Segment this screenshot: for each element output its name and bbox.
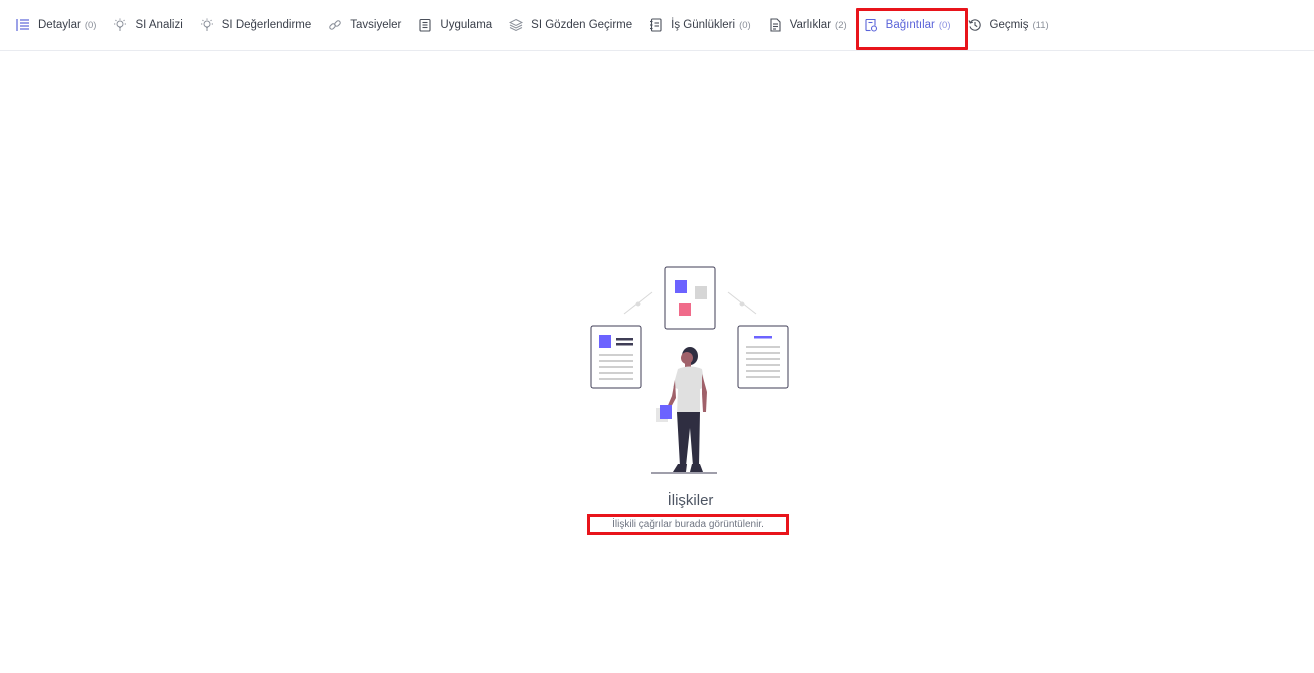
empty-state-title: İlişkiler (667, 492, 714, 509)
empty-state-illustration (590, 266, 789, 474)
empty-state-subtitle: İlişkili çağrılar burada görüntülenir. (587, 514, 789, 535)
empty-state: İlişkiler İlişkili çağrılar burada görün… (0, 0, 1314, 673)
